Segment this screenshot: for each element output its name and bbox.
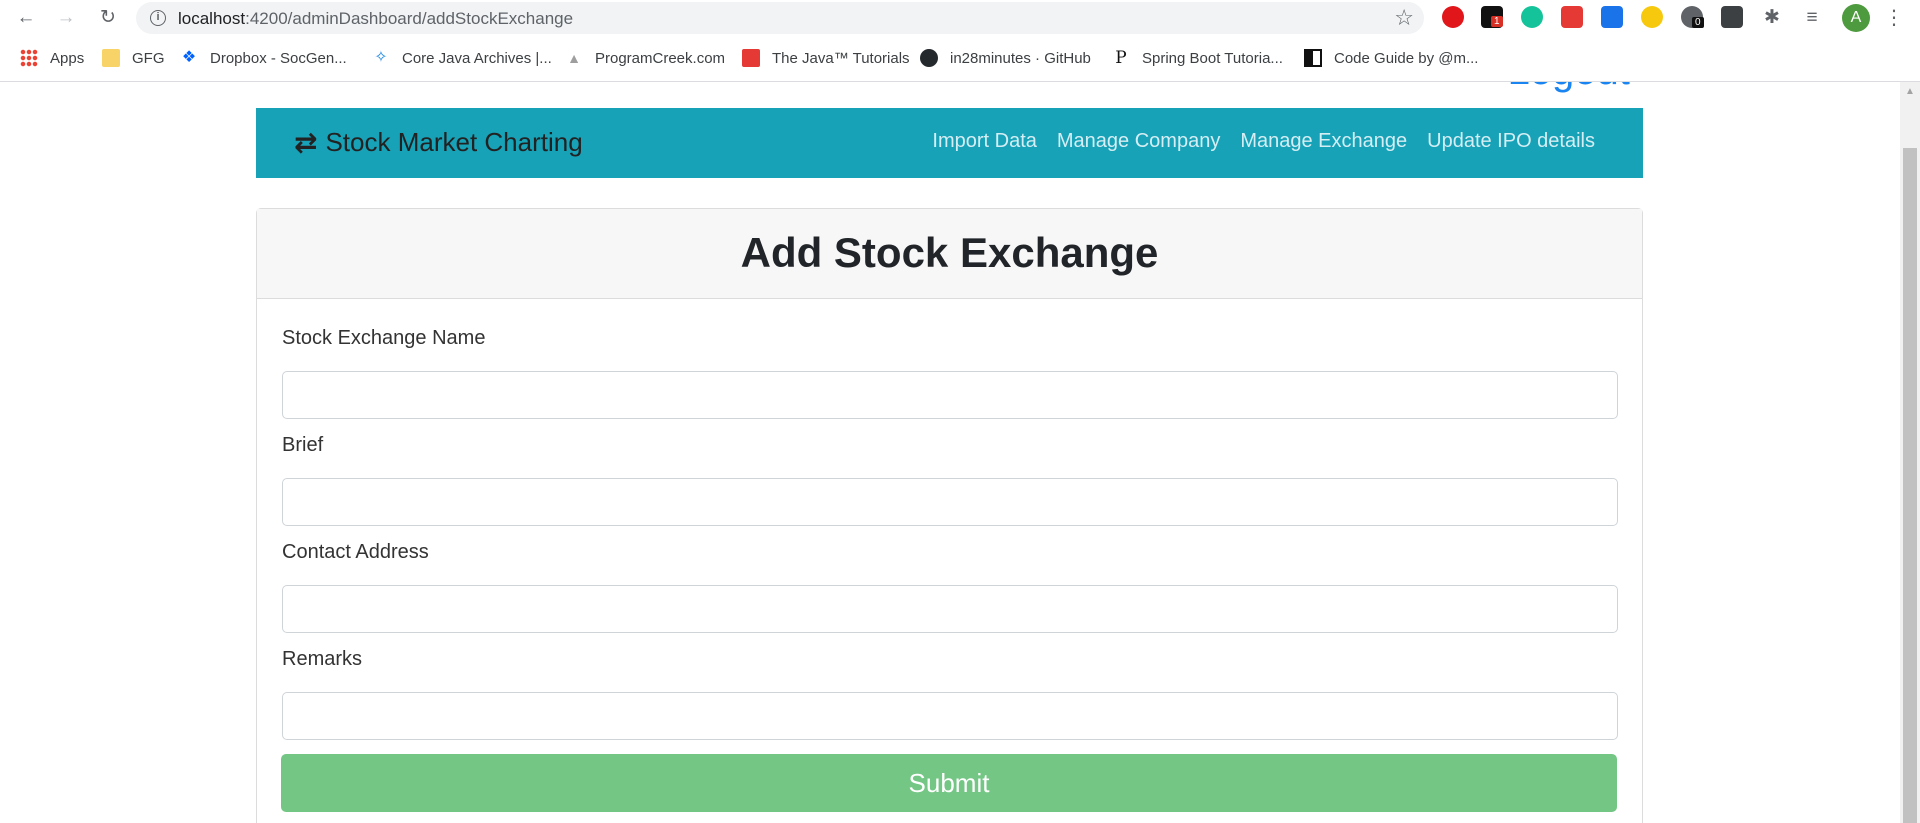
extension-badge: 1: [1491, 16, 1503, 27]
exchange-arrows-icon: ⇄: [294, 127, 318, 158]
page-viewport: ⇨Logout ⇄ Stock Market Charting Import D…: [0, 82, 1900, 823]
bookmark-label: Core Java Archives |...: [402, 49, 552, 67]
logout-label: Logout: [1508, 82, 1630, 93]
brief-label: Brief: [282, 434, 324, 456]
add-exchange-card: Add Stock Exchange Stock Exchange Name B…: [256, 208, 1643, 823]
code-guide-icon: [1304, 49, 1322, 67]
apps-grid-icon: [20, 49, 38, 67]
contact-address-group: Contact Address: [282, 541, 1618, 633]
folder-icon: [102, 49, 120, 67]
exchange-name-label: Stock Exchange Name: [282, 327, 486, 349]
bookmark-label: in28minutes · GitHub: [950, 49, 1091, 67]
bookmark-in28minutes[interactable]: in28minutes · GitHub: [920, 47, 1091, 69]
navbar-links: Import Data Manage Company Manage Exchan…: [912, 130, 1595, 153]
bookmark-label: Spring Boot Tutoria...: [1142, 49, 1283, 67]
nav-manage-company[interactable]: Manage Company: [1057, 130, 1220, 153]
extension-badge-2: 0: [1692, 17, 1704, 28]
site-info-icon[interactable]: i: [150, 10, 166, 26]
forward-arrow-icon[interactable]: →: [54, 6, 78, 30]
brand-label: Stock Market Charting: [325, 127, 583, 157]
reading-list-icon[interactable]: ≡: [1800, 6, 1824, 30]
dropbox-icon: ❖: [181, 49, 197, 66]
contact-address-label: Contact Address: [282, 541, 429, 563]
bookmark-gfg[interactable]: GFG: [102, 47, 165, 69]
bookmark-label: Dropbox - SocGen...: [210, 49, 347, 67]
opera-extension-icon[interactable]: [1442, 6, 1464, 28]
scroll-up-arrow-icon[interactable]: ▲: [1900, 84, 1920, 100]
scroll-thumb[interactable]: [1903, 148, 1917, 823]
bookmark-java-tutorials[interactable]: The Java™ Tutorials: [742, 47, 910, 69]
bookmark-core-java[interactable]: ✧ Core Java Archives |...: [372, 47, 552, 69]
remarks-label: Remarks: [282, 648, 363, 670]
logout-link[interactable]: ⇨Logout: [1474, 82, 1630, 94]
oracle-icon: [742, 49, 760, 67]
calendar-extension-icon[interactable]: [1601, 6, 1623, 28]
reload-icon[interactable]: ↻: [96, 6, 120, 30]
bookmark-star-icon[interactable]: ☆: [1394, 5, 1414, 31]
submit-button[interactable]: Submit: [281, 754, 1617, 812]
bookmark-label: Code Guide by @m...: [1334, 49, 1479, 67]
bookmarks-bar: Apps GFG ❖ Dropbox - SocGen... ✧ Core Ja…: [0, 36, 1920, 82]
extension-icon[interactable]: 1: [1481, 6, 1503, 28]
spring-p-icon: P: [1115, 48, 1127, 68]
exchange-name-input[interactable]: [282, 371, 1618, 419]
nav-update-ipo[interactable]: Update IPO details: [1427, 130, 1595, 153]
video-extension-icon[interactable]: [1561, 6, 1583, 28]
bookmark-programcreek[interactable]: ▲ ProgramCreek.com: [565, 47, 725, 69]
address-bar[interactable]: i localhost:4200/adminDashboard/addStock…: [136, 2, 1424, 34]
extension-icon-2[interactable]: 0: [1681, 6, 1704, 28]
logout-icon: ⇨: [1474, 82, 1508, 93]
exchange-name-group: Stock Exchange Name: [282, 327, 1618, 419]
bookmark-label: GFG: [132, 49, 165, 67]
page-title: Add Stock Exchange: [740, 229, 1159, 276]
top-navbar: ⇄ Stock Market Charting Import Data Mana…: [256, 108, 1643, 178]
github-icon: [920, 49, 938, 67]
bookmark-apps[interactable]: Apps: [20, 47, 84, 69]
bookmark-label: The Java™ Tutorials: [772, 49, 910, 67]
contact-address-input[interactable]: [282, 585, 1618, 633]
navbar-brand[interactable]: ⇄ Stock Market Charting: [294, 126, 583, 159]
bookmark-label: ProgramCreek.com: [595, 49, 726, 67]
moon-extension-icon[interactable]: [1641, 6, 1663, 28]
bookmark-dropbox[interactable]: ❖ Dropbox - SocGen...: [180, 47, 347, 69]
brief-group: Brief: [282, 434, 1618, 526]
bookmark-label: Apps: [50, 49, 85, 67]
back-arrow-icon[interactable]: ←: [14, 6, 38, 30]
nav-manage-exchange[interactable]: Manage Exchange: [1240, 130, 1407, 153]
programcreek-icon: ▲: [567, 50, 581, 66]
selenium-extension-icon[interactable]: [1721, 6, 1743, 28]
nav-import-data[interactable]: Import Data: [932, 130, 1036, 153]
core-java-icon: ✧: [374, 49, 388, 66]
browser-menu-icon[interactable]: ⋮: [1884, 6, 1904, 30]
bookmark-code-guide[interactable]: Code Guide by @m...: [1304, 47, 1478, 69]
grammarly-icon[interactable]: [1521, 6, 1543, 28]
card-header: Add Stock Exchange: [257, 209, 1642, 299]
profile-avatar[interactable]: A: [1842, 4, 1870, 32]
remarks-group: Remarks: [282, 648, 1618, 740]
puzzle-extensions-icon[interactable]: ✱: [1760, 6, 1784, 30]
page-scrollbar[interactable]: ▲: [1900, 82, 1920, 823]
bookmark-spring-boot[interactable]: P Spring Boot Tutoria...: [1112, 47, 1283, 69]
browser-toolbar: ← → ↻ i localhost:4200/adminDashboard/ad…: [0, 0, 1920, 36]
remarks-input[interactable]: [282, 692, 1618, 740]
url-text[interactable]: localhost:4200/adminDashboard/addStockEx…: [178, 9, 573, 29]
brief-input[interactable]: [282, 478, 1618, 526]
